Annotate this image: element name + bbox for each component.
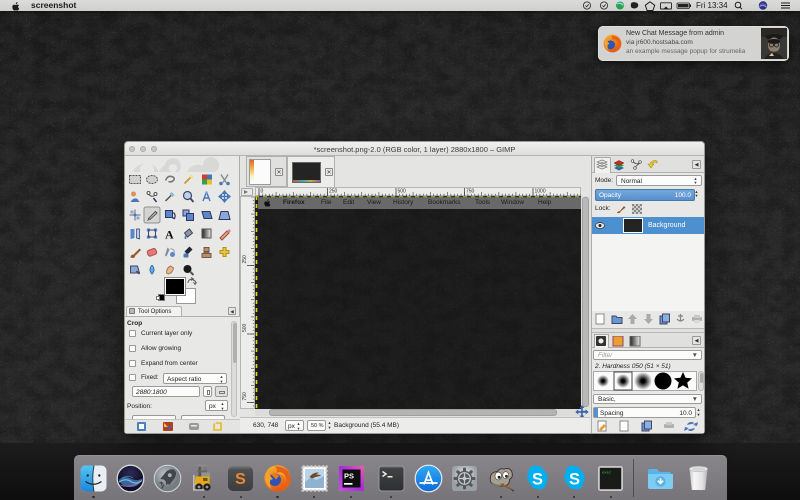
svg-text:S: S [568, 470, 579, 488]
svg-text:750: 750 [242, 392, 248, 401]
svg-text:500: 500 [242, 323, 248, 332]
svg-text:0: 0 [261, 189, 264, 195]
svg-text:S: S [532, 470, 543, 488]
svg-text:250: 250 [242, 255, 248, 264]
svg-text:S: S [235, 471, 246, 488]
svg-text:PS: PS [344, 471, 354, 480]
svg-text:A: A [165, 228, 174, 242]
svg-text:1000: 1000 [535, 189, 546, 195]
svg-text:500: 500 [398, 189, 407, 195]
svg-text:750: 750 [466, 189, 475, 195]
svg-text:250: 250 [329, 189, 338, 195]
svg-text:exec: exec [602, 471, 611, 475]
